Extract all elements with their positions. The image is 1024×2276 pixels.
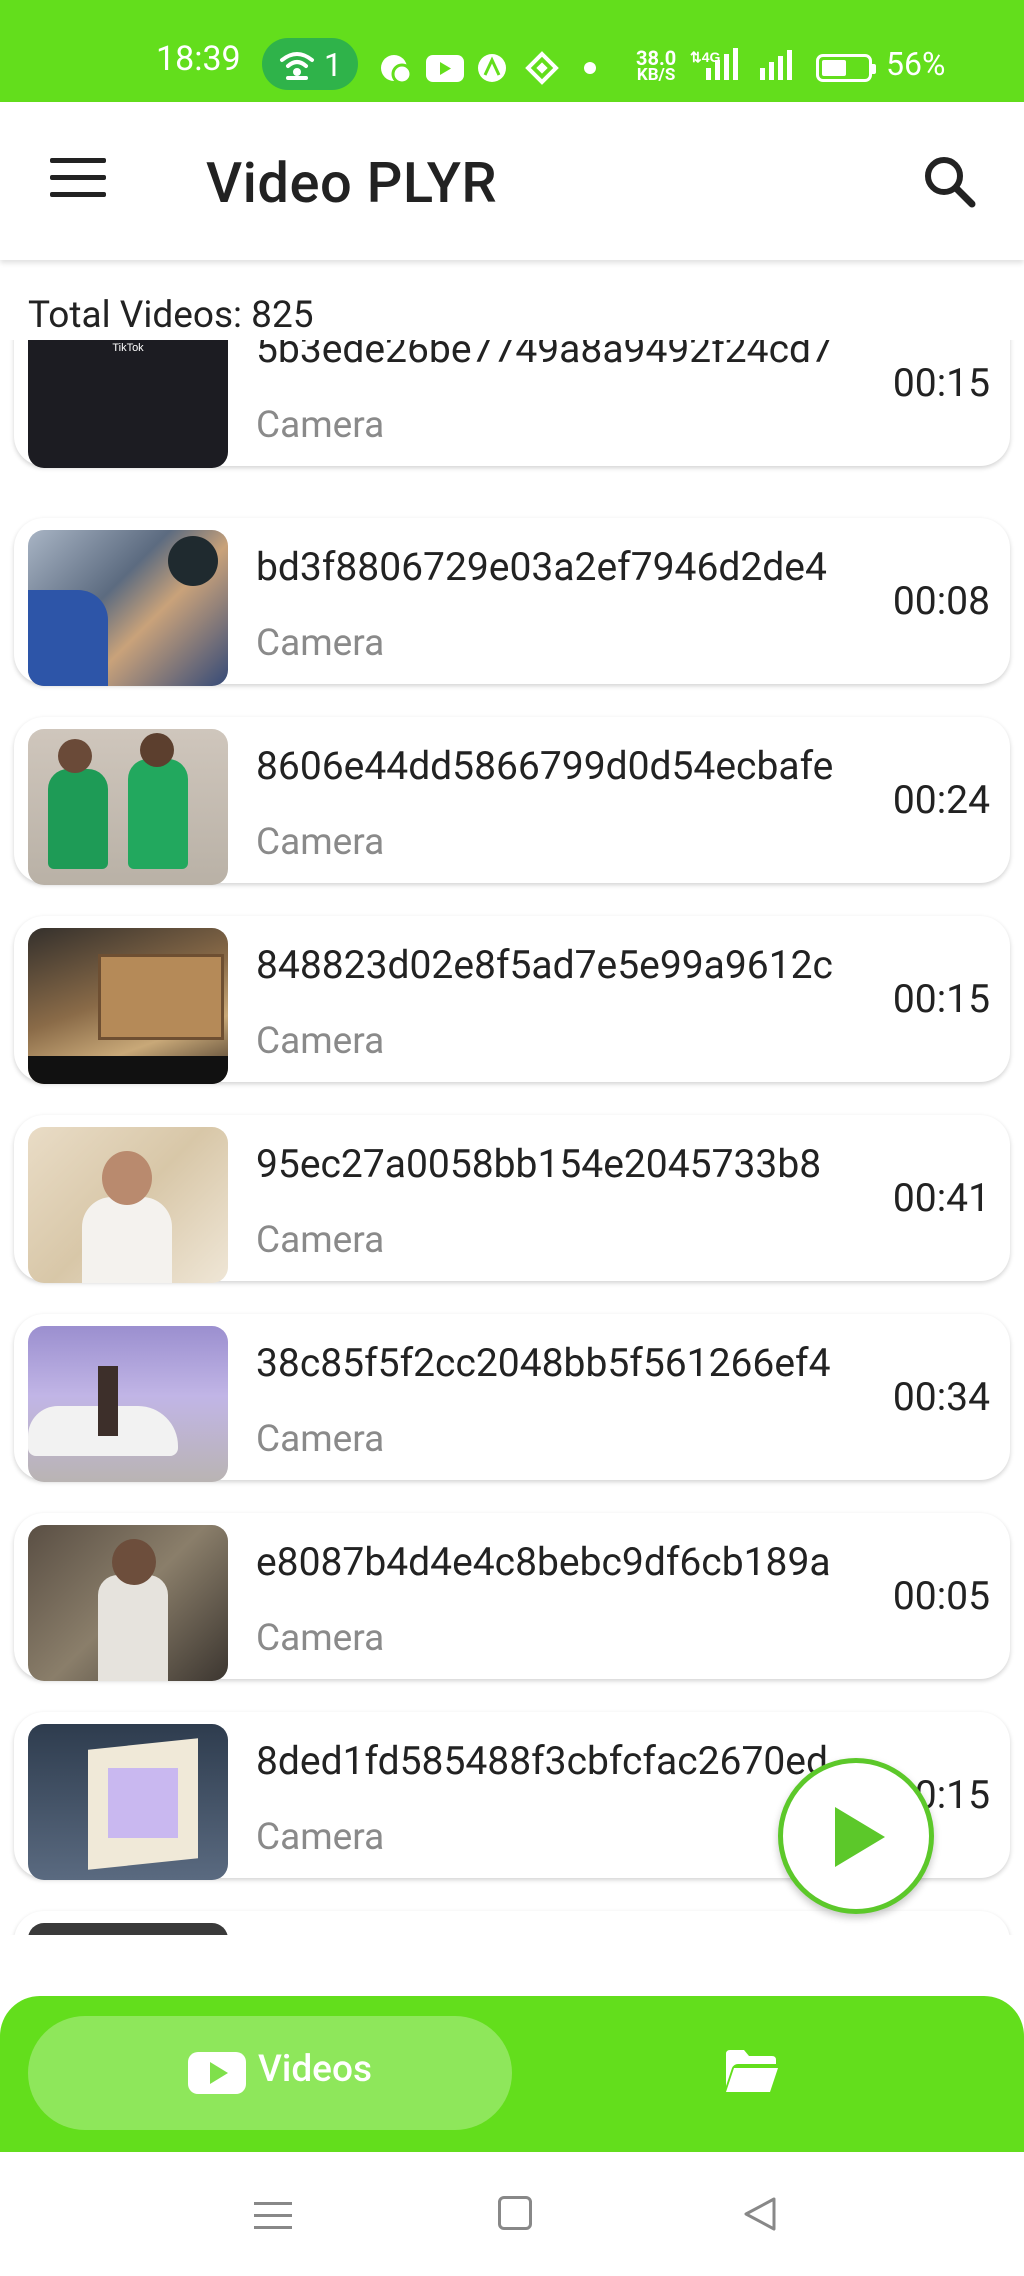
nav-videos-tab[interactable]: Videos <box>28 2016 512 2130</box>
video-folder: Camera <box>256 1219 385 1262</box>
bottom-navigation: Videos <box>0 1996 1024 2152</box>
system-navigation <box>0 2152 1024 2276</box>
dot-icon <box>584 62 596 74</box>
video-duration: 00:41 <box>892 1175 990 1221</box>
hotspot-count: 1 <box>324 46 342 84</box>
video-title: 8606e44dd5866799d0d54ecbafe <box>256 743 834 789</box>
thumbnail-caption: Discover more creators on TikTok <box>112 342 144 354</box>
video-item[interactable]: 848823d02e8f5ad7e5e99a9612c Camera 00:15 <box>14 916 1010 1084</box>
hotspot-icon <box>280 52 314 80</box>
back-icon[interactable] <box>742 2196 778 2232</box>
video-folder: Camera <box>256 1617 385 1660</box>
menu-icon <box>50 158 106 163</box>
video-duration: 00:24 <box>892 777 990 823</box>
video-folder: Camera <box>256 1418 385 1461</box>
status-bar: 18:39 1 38.0 KB/S ⇅4G 56% <box>0 0 1024 102</box>
video-folder: Camera <box>256 1816 385 1859</box>
play-button[interactable] <box>778 1758 934 1914</box>
video-folder: Camera <box>256 821 385 864</box>
youtube-icon <box>426 55 464 82</box>
video-thumbnail <box>28 1525 228 1681</box>
video-thumbnail <box>28 530 228 686</box>
home-icon[interactable] <box>498 2196 532 2230</box>
notification-icons <box>381 51 596 85</box>
play-icon <box>835 1807 885 1867</box>
video-title: 95ec27a0058bb154e2045733b8 <box>256 1141 822 1187</box>
video-duration: 00:15 <box>892 360 990 406</box>
search-icon[interactable] <box>920 152 980 212</box>
video-thumbnail: Discover more creators on TikTok <box>28 340 228 468</box>
menu-button[interactable] <box>50 158 106 204</box>
video-thumbnail <box>28 1923 228 1935</box>
battery-percent: 56% <box>886 45 946 83</box>
video-duration: 00:34 <box>892 1374 990 1420</box>
video-thumbnail <box>28 1326 228 1482</box>
battery-icon <box>816 54 876 82</box>
net-speed: 38.0 KB/S <box>636 46 677 85</box>
video-title: 8ded1fd585488f3cbfcfac2670ed <box>256 1738 828 1784</box>
video-title: 5b3ede26be7749a8a9492f24cd7 <box>256 340 833 372</box>
video-duration: 00:15 <box>892 976 990 1022</box>
video-item[interactable]: Discover more creators on TikTok 5b3ede2… <box>14 340 1010 468</box>
video-title: e8087b4d4e4c8bebc9df6cb189a <box>256 1539 831 1585</box>
chat-icon <box>381 55 413 85</box>
video-item[interactable]: bd3f8806729e03a2ef7946d2de4 Camera 00:08 <box>14 518 1010 686</box>
video-thumbnail <box>28 1127 228 1283</box>
signal-icons: ⇅4G <box>690 48 792 80</box>
app-icon <box>478 54 506 82</box>
video-item[interactable]: 95ec27a0058bb154e2045733b8 Camera 00:41 <box>14 1115 1010 1283</box>
video-folder: Camera <box>256 404 385 447</box>
app-title: Video PLYR <box>206 150 498 216</box>
recents-icon[interactable] <box>254 2200 292 2232</box>
folder-icon[interactable] <box>724 2046 780 2096</box>
video-duration: 00:08 <box>892 578 990 624</box>
video-title: bd3f8806729e03a2ef7946d2de4 <box>256 544 827 590</box>
video-thumbnail <box>28 729 228 885</box>
video-title: 38c85f5f2cc2048bb5f561266ef4 <box>256 1340 831 1386</box>
video-folder: Camera <box>256 622 385 665</box>
video-thumbnail <box>28 1724 228 1880</box>
youtube-icon <box>188 2052 246 2094</box>
video-title: 848823d02e8f5ad7e5e99a9612c <box>256 942 833 988</box>
hotspot-pill: 1 <box>262 38 358 90</box>
video-item[interactable]: 8606e44dd5866799d0d54ecbafe Camera 00:24 <box>14 717 1010 885</box>
app-bar: Video PLYR <box>0 102 1024 260</box>
video-list[interactable]: Discover more creators on TikTok 5b3ede2… <box>0 340 1024 1935</box>
binance-icon <box>525 51 559 85</box>
status-time: 18:39 <box>156 39 241 79</box>
video-thumbnail <box>28 928 228 1084</box>
video-duration: 00:05 <box>892 1573 990 1619</box>
video-item[interactable]: e8087b4d4e4c8bebc9df6cb189a Camera 00:05 <box>14 1513 1010 1681</box>
video-folder: Camera <box>256 1020 385 1063</box>
total-videos-label: Total Videos: 825 <box>28 294 322 337</box>
video-item[interactable]: 38c85f5f2cc2048bb5f561266ef4 Camera 00:3… <box>14 1314 1010 1482</box>
nav-videos-label: Videos <box>258 2048 373 2091</box>
video-item[interactable] <box>14 1911 1010 1935</box>
